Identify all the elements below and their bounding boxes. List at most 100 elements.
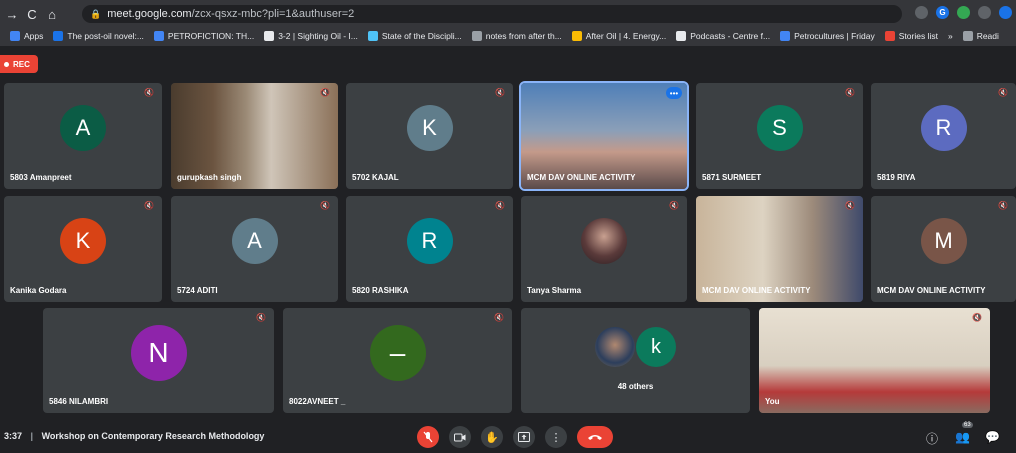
camera-button[interactable] bbox=[449, 426, 471, 448]
avatar: K bbox=[60, 218, 106, 264]
avatar: K bbox=[406, 105, 453, 151]
bookmark-favicon-icon bbox=[471, 31, 482, 41]
green-extension-icon[interactable] bbox=[957, 6, 970, 19]
participant-tile[interactable]: A 5803 Amanpreet 🔇 bbox=[4, 83, 162, 189]
info-icon[interactable]: ⓘ bbox=[926, 430, 938, 447]
bookmark-label: Podcasts - Centre f... bbox=[690, 31, 771, 41]
participant-tile[interactable]: – 8022AVNEET _ 🔇 bbox=[283, 308, 512, 413]
present-icon bbox=[518, 432, 530, 442]
bookmark-favicon-icon bbox=[53, 31, 64, 41]
bottom-bar: 3:37 | Workshop on Contemporary Research… bbox=[0, 420, 1016, 453]
bookmark-item[interactable]: Podcasts - Centre f... bbox=[676, 31, 770, 41]
hang-up-icon bbox=[588, 435, 602, 440]
cast-icon[interactable] bbox=[915, 6, 928, 19]
hand-icon: ✋ bbox=[485, 431, 499, 444]
participant-name: 5820 RASHIKA bbox=[352, 286, 409, 295]
puzzle-icon[interactable] bbox=[978, 6, 991, 19]
bookmark-item[interactable]: Apps bbox=[10, 31, 43, 41]
bookmark-item[interactable]: The post-oil novel:... bbox=[53, 31, 144, 41]
bookmark-item[interactable]: Stories list bbox=[884, 31, 938, 41]
participant-tile[interactable]: k 48 others bbox=[521, 308, 750, 413]
participant-name: You bbox=[765, 397, 780, 406]
bookmark-favicon-icon bbox=[264, 31, 275, 41]
reload-icon[interactable]: C bbox=[22, 7, 42, 22]
profile-photo bbox=[581, 218, 627, 264]
more-options-icon[interactable]: ••• bbox=[666, 87, 682, 99]
participant-tile[interactable]: You 🔇 bbox=[759, 308, 990, 413]
bookmark-item[interactable]: » bbox=[948, 31, 953, 41]
bookmark-item[interactable]: State of the Discipli... bbox=[367, 31, 462, 41]
bookmark-favicon-icon bbox=[367, 31, 378, 41]
participant-name: 5819 RIYA bbox=[877, 173, 916, 182]
mic-off-icon bbox=[423, 431, 433, 443]
participant-tile[interactable]: K Kanika Godara 🔇 bbox=[4, 196, 162, 302]
participant-tile[interactable]: N 5846 NILAMBRI 🔇 bbox=[43, 308, 274, 413]
bookmark-label: » bbox=[947, 31, 953, 41]
bookmark-item[interactable]: Readi bbox=[962, 31, 999, 41]
bookmark-item[interactable]: notes from after th... bbox=[471, 31, 562, 41]
participant-name: 48 others bbox=[617, 382, 654, 391]
participant-tile[interactable]: R 5819 RIYA 🔇 bbox=[871, 83, 1016, 189]
participant-tile[interactable]: M MCM DAV ONLINE ACTIVITY 🔇 bbox=[871, 196, 1016, 302]
participant-tile[interactable]: A 5724 ADITI 🔇 bbox=[171, 196, 338, 302]
bookmark-item[interactable]: After Oil | 4. Energy... bbox=[571, 31, 667, 41]
avatar: R bbox=[920, 105, 967, 151]
bookmark-favicon-icon bbox=[962, 31, 973, 41]
bookmark-favicon-icon bbox=[571, 31, 582, 41]
mic-muted-icon: 🔇 bbox=[495, 201, 505, 210]
clock: 3:37 bbox=[4, 431, 23, 441]
bookmark-item[interactable]: Petrocultures | Friday bbox=[780, 31, 875, 41]
lock-icon: 🔒 bbox=[90, 8, 102, 19]
profile-avatar-icon[interactable] bbox=[999, 6, 1012, 19]
bookmark-label: The post-oil novel:... bbox=[67, 31, 144, 41]
bookmark-label: After Oil | 4. Energy... bbox=[585, 31, 667, 41]
meet-window: REC A 5803 Amanpreet 🔇 gurupkash singh 🔇 K 570… bbox=[0, 46, 1016, 453]
avatar: – bbox=[369, 324, 426, 381]
participant-name: MCM DAV ONLINE ACTIVITY bbox=[702, 286, 811, 295]
participant-tile[interactable]: R 5820 RASHIKA 🔇 bbox=[346, 196, 513, 302]
participant-name: MCM DAV ONLINE ACTIVITY bbox=[877, 286, 986, 295]
profile-photo bbox=[595, 327, 635, 367]
participant-name: 8022AVNEET _ bbox=[289, 397, 346, 406]
bookmark-favicon-icon bbox=[676, 31, 687, 41]
recording-badge: REC bbox=[0, 55, 38, 73]
participant-tile[interactable]: gurupkash singh 🔇 bbox=[171, 83, 338, 189]
leave-call-button[interactable] bbox=[577, 426, 613, 448]
raise-hand-button[interactable]: ✋ bbox=[481, 426, 503, 448]
bookmark-item[interactable]: PETROFICTION: TH... bbox=[153, 31, 254, 41]
bookmark-favicon-icon bbox=[153, 31, 164, 41]
mic-muted-icon: 🔇 bbox=[494, 313, 504, 322]
participant-tile[interactable]: S 5871 SURMEET 🔇 bbox=[696, 83, 863, 189]
people-count-badge: 63 bbox=[962, 422, 973, 428]
chat-icon[interactable]: 💬 bbox=[985, 430, 1000, 444]
people-icon[interactable]: 👥 bbox=[955, 430, 970, 444]
participant-name: 5846 NILAMBRI bbox=[49, 397, 109, 406]
bookmark-favicon-icon bbox=[10, 31, 20, 41]
home-icon[interactable]: ⌂ bbox=[42, 7, 62, 22]
bookmark-label: notes from after th... bbox=[485, 31, 562, 41]
mic-muted-icon: 🔇 bbox=[320, 201, 330, 210]
more-options-button[interactable]: ⋮ bbox=[545, 426, 567, 448]
participant-tile[interactable]: K 5702 KAJAL 🔇 bbox=[346, 83, 513, 189]
participant-name: MCM DAV ONLINE ACTIVITY bbox=[527, 173, 636, 182]
mic-muted-icon: 🔇 bbox=[998, 88, 1008, 97]
browser-chrome: → C ⌂ 🔒 meet.google.com /zcx-qsxz-mbc?pl… bbox=[0, 0, 1016, 46]
mic-off-button[interactable] bbox=[417, 426, 439, 448]
more-vert-icon: ⋮ bbox=[550, 431, 562, 444]
forward-icon[interactable]: → bbox=[2, 7, 22, 22]
participant-name: Kanika Godara bbox=[10, 286, 67, 295]
mic-muted-icon: 🔇 bbox=[320, 88, 330, 97]
avatar: k bbox=[636, 327, 676, 367]
avatar: S bbox=[756, 105, 803, 151]
address-bar[interactable]: 🔒 meet.google.com /zcx-qsxz-mbc?pli=1&au… bbox=[82, 5, 902, 23]
participant-tile[interactable]: Tanya Sharma 🔇 bbox=[521, 196, 687, 302]
g-extension-icon[interactable]: G bbox=[936, 6, 949, 19]
bookmark-label: Petrocultures | Friday bbox=[794, 31, 875, 41]
avatar: A bbox=[60, 105, 106, 151]
mic-muted-icon: 🔇 bbox=[256, 313, 266, 322]
bookmark-item[interactable]: 3-2 | Sighting Oil - I... bbox=[264, 31, 358, 41]
participant-tile[interactable]: MCM DAV ONLINE ACTIVITY 🔇 bbox=[696, 196, 863, 302]
present-button[interactable] bbox=[513, 426, 535, 448]
bookmark-label: 3-2 | Sighting Oil - I... bbox=[278, 31, 358, 41]
participant-tile[interactable]: MCM DAV ONLINE ACTIVITY ••• bbox=[519, 81, 689, 191]
